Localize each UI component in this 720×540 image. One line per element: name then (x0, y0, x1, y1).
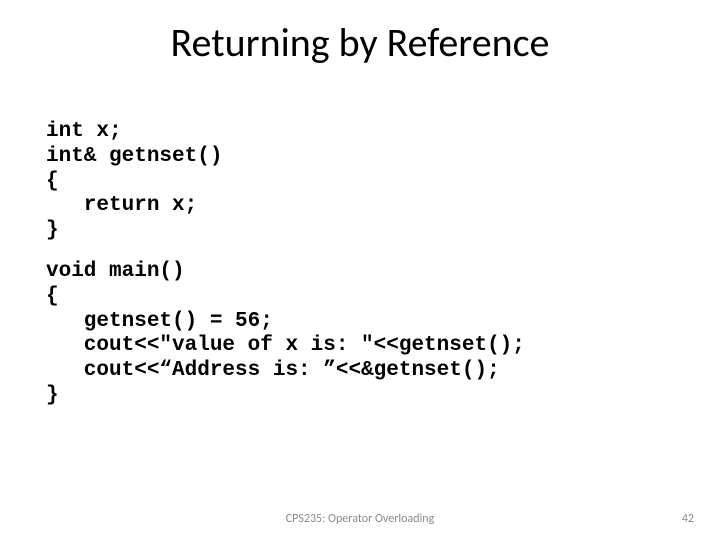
code-block-2: void main() { getnset() = 56; cout<<"val… (46, 260, 525, 409)
page-number: 42 (682, 512, 694, 526)
code-block-1: int x; int& getnset() { return x; } (46, 120, 222, 244)
slide: Returning by Reference int x; int& getns… (0, 0, 720, 540)
slide-title: Returning by Reference (0, 18, 720, 67)
footer-center: CPS235: Operator Overloading (0, 512, 720, 526)
